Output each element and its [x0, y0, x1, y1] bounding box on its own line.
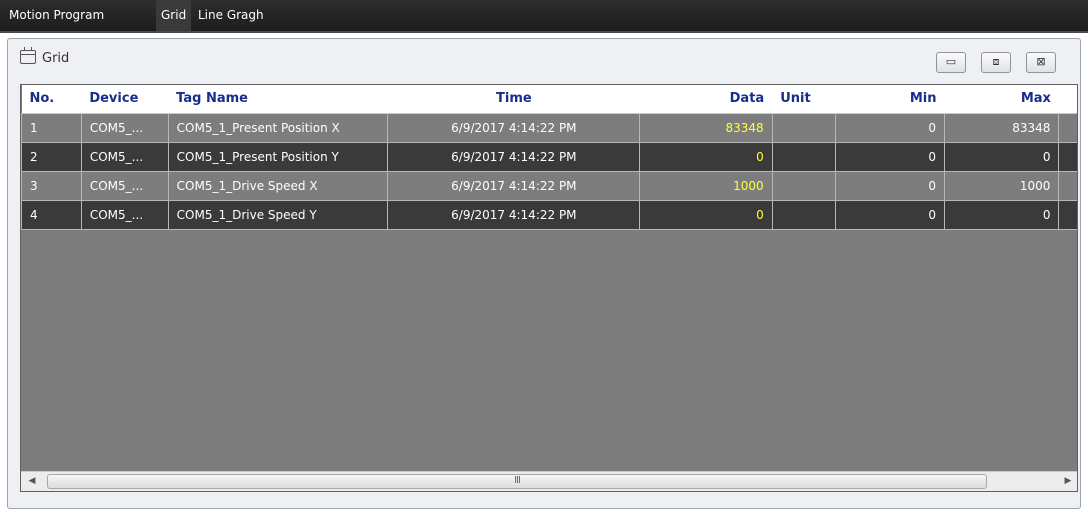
header-row: No. Device Tag Name Time Data Unit Min M…	[21, 85, 1077, 114]
cell-overflow	[1058, 171, 1077, 201]
panel-title: Grid	[20, 47, 70, 70]
col-header-no[interactable]: No.	[21, 85, 82, 114]
cell-unit	[771, 142, 836, 172]
grid-window-icon	[20, 47, 36, 64]
scrollbar-thumb[interactable]: III	[47, 474, 987, 489]
cell-device: COM5_...	[80, 113, 169, 143]
menu-line-graph[interactable]: Line Gragh	[193, 0, 269, 31]
restore-button[interactable]: ⧈	[981, 52, 1011, 73]
cell-min: 0	[834, 171, 945, 201]
cell-time: 6/9/2017 4:14:22 PM	[387, 142, 640, 172]
cell-tag-name: COM5_1_Drive Speed Y	[167, 200, 388, 230]
grid-table: No. Device Tag Name Time Data Unit Min M…	[21, 85, 1077, 230]
cell-max: 0	[943, 142, 1059, 172]
cell-unit	[771, 171, 836, 201]
cell-device: COM5_...	[80, 171, 169, 201]
menu-grid[interactable]: Grid	[156, 0, 192, 31]
grid-panel: Grid ▭ ⧈ ⊠ No. Device Tag Name Time Data…	[7, 38, 1081, 509]
scroll-right-icon[interactable]: ▶	[1059, 472, 1077, 491]
cell-min: 0	[834, 142, 945, 172]
menu-bar: Motion Program Grid Line Gragh	[0, 0, 1088, 33]
cell-device: COM5_...	[80, 142, 169, 172]
cell-tag-name: COM5_1_Present Position X	[167, 113, 388, 143]
cell-no: 2	[21, 142, 82, 172]
cell-time: 6/9/2017 4:14:22 PM	[387, 113, 640, 143]
cell-overflow	[1058, 142, 1077, 172]
cell-device: COM5_...	[80, 200, 169, 230]
cell-min: 0	[834, 113, 945, 143]
table-row[interactable]: 1 COM5_... COM5_1_Present Position X 6/9…	[21, 113, 1077, 143]
cell-data: 0	[639, 200, 773, 230]
data-grid[interactable]: No. Device Tag Name Time Data Unit Min M…	[20, 84, 1078, 492]
cell-overflow	[1058, 113, 1077, 143]
cell-max: 83348	[943, 113, 1059, 143]
minimize-button[interactable]: ▭	[936, 52, 966, 73]
cell-data: 83348	[639, 113, 773, 143]
table-row[interactable]: 3 COM5_... COM5_1_Drive Speed X 6/9/2017…	[21, 171, 1077, 201]
close-button[interactable]: ⊠	[1026, 52, 1056, 73]
col-header-data[interactable]: Data	[639, 85, 773, 114]
col-header-device[interactable]: Device	[81, 85, 169, 114]
cell-no: 4	[21, 200, 82, 230]
col-header-time[interactable]: Time	[387, 85, 640, 114]
cell-time: 6/9/2017 4:14:22 PM	[387, 200, 640, 230]
cell-data: 1000	[639, 171, 773, 201]
panel-title-text: Grid	[42, 51, 70, 66]
table-row[interactable]: 4 COM5_... COM5_1_Drive Speed Y 6/9/2017…	[21, 200, 1077, 230]
cell-max: 0	[943, 200, 1059, 230]
horizontal-scrollbar[interactable]: ◀ III ▶	[21, 471, 1077, 491]
cell-min: 0	[834, 200, 945, 230]
cell-unit	[771, 113, 836, 143]
menu-motion-program[interactable]: Motion Program	[4, 0, 109, 31]
table-row[interactable]: 2 COM5_... COM5_1_Present Position Y 6/9…	[21, 142, 1077, 172]
cell-no: 3	[21, 171, 82, 201]
scroll-left-icon[interactable]: ◀	[23, 472, 41, 491]
cell-no: 1	[21, 113, 82, 143]
cell-unit	[771, 200, 836, 230]
cell-time: 6/9/2017 4:14:22 PM	[387, 171, 640, 201]
col-header-unit[interactable]: Unit	[772, 85, 836, 114]
col-header-tag-name[interactable]: Tag Name	[168, 85, 388, 114]
cell-overflow	[1058, 200, 1077, 230]
col-header-overflow	[1058, 85, 1077, 114]
col-header-max[interactable]: Max	[944, 85, 1059, 114]
cell-tag-name: COM5_1_Drive Speed X	[167, 171, 388, 201]
cell-data: 0	[639, 142, 773, 172]
col-header-min[interactable]: Min	[835, 85, 945, 114]
cell-max: 1000	[943, 171, 1059, 201]
cell-tag-name: COM5_1_Present Position Y	[167, 142, 388, 172]
